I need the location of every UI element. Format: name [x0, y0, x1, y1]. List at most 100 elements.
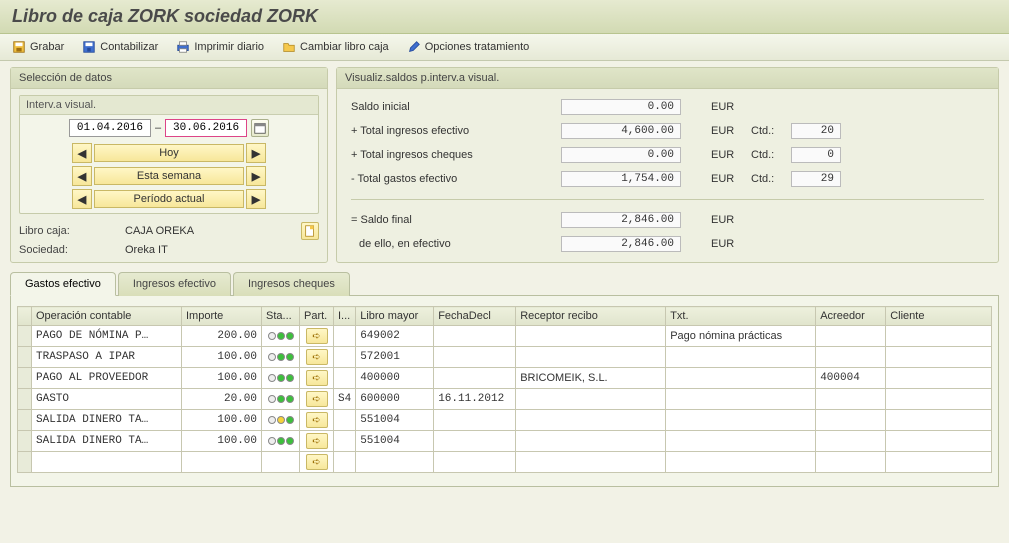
part-button[interactable]: ➪	[306, 433, 328, 449]
cell-ledger[interactable]: 551004	[356, 431, 434, 452]
cell-date[interactable]	[434, 326, 516, 347]
next-day-button[interactable]: ▶	[246, 143, 266, 163]
table-row[interactable]: PAGO AL PROVEEDOR 100.00 ➪ 400000 BRICOM…	[18, 368, 992, 389]
cell-amount[interactable]: 100.00	[182, 347, 262, 368]
cell-amount[interactable]: 200.00	[182, 326, 262, 347]
cell-receiver[interactable]	[516, 452, 666, 473]
cell-operation[interactable]	[32, 452, 182, 473]
cell-amount[interactable]: 100.00	[182, 431, 262, 452]
cell-client[interactable]	[886, 431, 992, 452]
cell-i[interactable]	[334, 347, 356, 368]
current-period-button[interactable]: Período actual	[94, 190, 244, 208]
cell-ledger[interactable]: 551004	[356, 410, 434, 431]
col-i[interactable]: I...	[334, 307, 356, 326]
table-row[interactable]: PAGO DE NÓMINA P… 200.00 ➪ 649002 Pago n…	[18, 326, 992, 347]
col-text[interactable]: Txt.	[666, 307, 816, 326]
cell-operation[interactable]: PAGO AL PROVEEDOR	[32, 368, 182, 389]
cell-text[interactable]	[666, 410, 816, 431]
row-selector[interactable]	[18, 431, 32, 452]
cell-date[interactable]	[434, 452, 516, 473]
cell-ledger[interactable]	[356, 452, 434, 473]
cell-date[interactable]: 16.11.2012	[434, 389, 516, 410]
row-selector[interactable]	[18, 326, 32, 347]
cell-creditor[interactable]	[816, 389, 886, 410]
cell-i[interactable]	[334, 431, 356, 452]
cell-text[interactable]	[666, 389, 816, 410]
cell-amount[interactable]: 20.00	[182, 389, 262, 410]
cell-receiver[interactable]: BRICOMEIK, S.L.	[516, 368, 666, 389]
cell-creditor[interactable]	[816, 326, 886, 347]
save-button[interactable]: Grabar	[12, 40, 64, 54]
row-selector[interactable]	[18, 389, 32, 410]
cell-text[interactable]	[666, 368, 816, 389]
date-from-input[interactable]	[69, 119, 151, 137]
table-row[interactable]: SALIDA DINERO TA… 100.00 ➪ 551004	[18, 431, 992, 452]
post-button[interactable]: Contabilizar	[82, 40, 158, 54]
part-button[interactable]: ➪	[306, 454, 328, 470]
prev-week-button[interactable]: ◀	[72, 166, 92, 186]
cell-i[interactable]	[334, 326, 356, 347]
col-amount[interactable]: Importe	[182, 307, 262, 326]
cell-part[interactable]: ➪	[300, 452, 334, 473]
cell-i[interactable]: S4	[334, 389, 356, 410]
col-receiver[interactable]: Receptor recibo	[516, 307, 666, 326]
prev-day-button[interactable]: ◀	[72, 143, 92, 163]
cell-operation[interactable]: SALIDA DINERO TA…	[32, 431, 182, 452]
part-button[interactable]: ➪	[306, 370, 328, 386]
cell-creditor[interactable]: 400004	[816, 368, 886, 389]
cell-part[interactable]: ➪	[300, 326, 334, 347]
cell-i[interactable]	[334, 452, 356, 473]
cell-ledger[interactable]: 600000	[356, 389, 434, 410]
col-operation[interactable]: Operación contable	[32, 307, 182, 326]
cell-receiver[interactable]	[516, 347, 666, 368]
cell-i[interactable]	[334, 410, 356, 431]
tab-ingresos-efectivo[interactable]: Ingresos efectivo	[118, 272, 231, 296]
cell-amount[interactable]: 100.00	[182, 410, 262, 431]
part-button[interactable]: ➪	[306, 328, 328, 344]
cell-creditor[interactable]	[816, 431, 886, 452]
cell-date[interactable]	[434, 368, 516, 389]
cell-amount[interactable]: 100.00	[182, 368, 262, 389]
date-to-input[interactable]	[165, 119, 247, 137]
cell-part[interactable]: ➪	[300, 431, 334, 452]
col-creditor[interactable]: Acreedor	[816, 307, 886, 326]
table-row-empty[interactable]: ➪	[18, 452, 992, 473]
part-button[interactable]: ➪	[306, 412, 328, 428]
cell-receiver[interactable]	[516, 389, 666, 410]
transactions-grid[interactable]: Operación contable Importe Sta... Part. …	[17, 306, 992, 473]
cell-part[interactable]: ➪	[300, 368, 334, 389]
cell-i[interactable]	[334, 368, 356, 389]
cell-text[interactable]	[666, 452, 816, 473]
this-week-button[interactable]: Esta semana	[94, 167, 244, 185]
table-row[interactable]: GASTO 20.00 ➪ S4 600000 16.11.2012	[18, 389, 992, 410]
part-button[interactable]: ➪	[306, 349, 328, 365]
cell-date[interactable]	[434, 347, 516, 368]
cell-receiver[interactable]	[516, 326, 666, 347]
cell-text[interactable]	[666, 431, 816, 452]
cell-date[interactable]	[434, 431, 516, 452]
cell-part[interactable]: ➪	[300, 347, 334, 368]
today-button[interactable]: Hoy	[94, 144, 244, 162]
col-part[interactable]: Part.	[300, 307, 334, 326]
cell-creditor[interactable]	[816, 452, 886, 473]
cell-ledger[interactable]: 400000	[356, 368, 434, 389]
cell-amount[interactable]	[182, 452, 262, 473]
cell-client[interactable]	[886, 389, 992, 410]
cell-part[interactable]: ➪	[300, 389, 334, 410]
cell-text[interactable]: Pago nómina prácticas	[666, 326, 816, 347]
options-button[interactable]: Opciones tratamiento	[407, 40, 530, 54]
row-selector[interactable]	[18, 368, 32, 389]
tab-gastos-efectivo[interactable]: Gastos efectivo	[10, 272, 116, 296]
cell-operation[interactable]: PAGO DE NÓMINA P…	[32, 326, 182, 347]
cell-text[interactable]	[666, 347, 816, 368]
cell-client[interactable]	[886, 410, 992, 431]
cell-client[interactable]	[886, 326, 992, 347]
col-ledger[interactable]: Libro mayor	[356, 307, 434, 326]
part-button[interactable]: ➪	[306, 391, 328, 407]
cell-client[interactable]	[886, 452, 992, 473]
change-book-button[interactable]: Cambiar libro caja	[282, 40, 389, 54]
cell-ledger[interactable]: 649002	[356, 326, 434, 347]
cell-client[interactable]	[886, 347, 992, 368]
col-client[interactable]: Cliente	[886, 307, 992, 326]
cell-date[interactable]	[434, 410, 516, 431]
